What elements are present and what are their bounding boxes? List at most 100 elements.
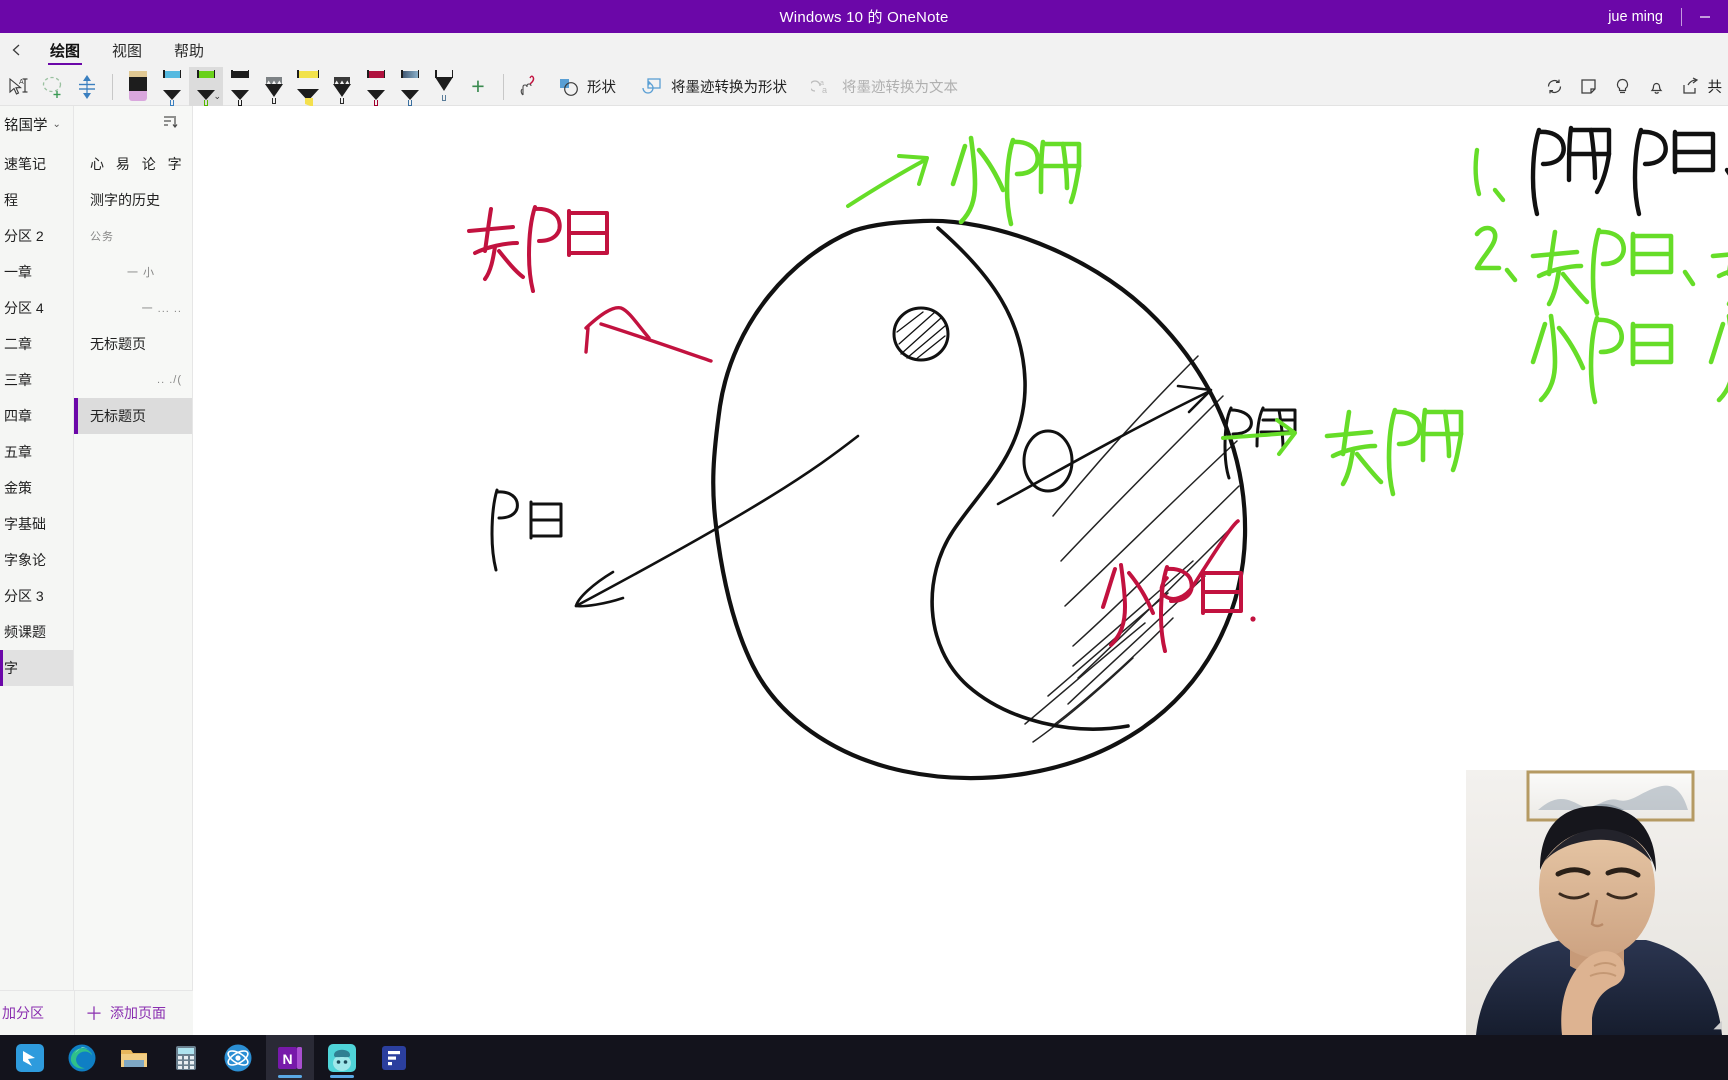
file-explorer-icon: [121, 1049, 147, 1067]
webcam-overlay[interactable]: ◢: [1466, 770, 1728, 1035]
section-item-4[interactable]: 分区 4: [0, 290, 73, 326]
taskbar-atom-app[interactable]: [214, 1035, 262, 1080]
sidebar-add-bar: 加分区 ＋ 添加页面: [0, 990, 193, 1036]
pen-glyph: ⌄: [193, 70, 221, 106]
taskbar-calculator[interactable]: [162, 1035, 210, 1080]
section-item-9[interactable]: 金策: [0, 470, 73, 506]
pencil-dark[interactable]: [325, 67, 359, 106]
page-item-0[interactable]: 心 易 论 字: [74, 146, 192, 182]
page-list: 心 易 论 字 测字的历史 公务 一 小 一 ... .. 无标题页 .. ./…: [74, 142, 192, 434]
sticky-note-icon[interactable]: [1572, 67, 1606, 106]
section-item-12[interactable]: 分区 3: [0, 578, 73, 614]
pen-glyph: [363, 70, 389, 106]
ink-to-shape-icon: [642, 77, 661, 94]
ribbon-tools: A ⌄ + 形状 将墨迹转换为形状 a a 将墨迹转换为文本: [0, 67, 1728, 107]
pen-plain[interactable]: [427, 67, 461, 106]
resize-handle[interactable]: ◢: [1714, 1018, 1722, 1031]
ink-label-shaoyang-green: [950, 135, 1082, 227]
highlighter-yellow[interactable]: [291, 67, 325, 107]
tab-view[interactable]: 视图: [96, 33, 158, 67]
taskbar-anime-app[interactable]: [318, 1035, 366, 1080]
back-arrow-icon[interactable]: [0, 33, 34, 67]
page-item-1[interactable]: 测字的历史: [74, 182, 192, 218]
pen-glyph: [431, 70, 457, 103]
taskbar-figma-app[interactable]: [370, 1035, 418, 1080]
tab-help[interactable]: 帮助: [158, 33, 220, 67]
stroke-thickness-tool[interactable]: [70, 67, 104, 106]
section-item-6[interactable]: 三章: [0, 362, 73, 398]
section-list: 速笔记 程 分区 2 一章 分区 4 二章 三章 四章 五章 金策 字基础 字象…: [0, 142, 73, 686]
page-item-6[interactable]: .. ./(: [74, 362, 192, 398]
section-item-3[interactable]: 一章: [0, 254, 73, 290]
ink-label-laoyang-red: [467, 205, 609, 293]
section-item-7[interactable]: 四章: [0, 398, 73, 434]
title-bar: Windows 10 的 OneNote jue ming: [0, 0, 1728, 33]
anime-app-icon: [328, 1043, 356, 1072]
share-label[interactable]: 共: [1708, 76, 1727, 97]
pen-black[interactable]: [223, 67, 257, 106]
ink-note-1-text: [1530, 125, 1728, 217]
lasso-select-tool[interactable]: [36, 67, 70, 106]
section-item-5[interactable]: 二章: [0, 326, 73, 362]
add-pen-button[interactable]: +: [461, 67, 495, 106]
sync-icon[interactable]: [1538, 67, 1572, 106]
add-section-button[interactable]: 加分区: [0, 991, 74, 1036]
title-bar-right: jue ming: [1590, 0, 1728, 33]
section-item-0[interactable]: 速笔记: [0, 146, 73, 182]
bell-icon[interactable]: [1640, 67, 1674, 106]
page-item-4[interactable]: 一 ... ..: [74, 290, 192, 326]
pen-green-selected[interactable]: ⌄: [189, 67, 223, 106]
page-item-2[interactable]: 公务: [74, 218, 192, 254]
pen-eraser[interactable]: [121, 67, 155, 106]
account-name[interactable]: jue ming: [1590, 9, 1681, 25]
chevron-down-icon[interactable]: ⌄: [213, 91, 221, 102]
taskbar-edge[interactable]: [58, 1035, 106, 1080]
sort-icon[interactable]: [161, 113, 178, 135]
minimize-icon: [1700, 15, 1710, 18]
notebook-selector[interactable]: 铭国学 ⌄: [0, 106, 73, 142]
tab-draw[interactable]: 绘图: [34, 33, 96, 67]
page-item-3[interactable]: 一 小: [74, 254, 192, 290]
ink-arrow-red-left: [584, 306, 651, 340]
section-item-14-active[interactable]: 字: [0, 650, 73, 686]
ribbon-tab-strip: 绘图 视图 帮助: [0, 33, 220, 67]
ink-to-shape-button[interactable]: 将墨迹转换为形状: [628, 67, 799, 106]
add-page-button[interactable]: ＋ 添加页面: [74, 990, 193, 1036]
pen-glyph: [295, 70, 321, 107]
ink-arrow-green-right-head: [1275, 418, 1297, 456]
pen-crimson[interactable]: [359, 67, 393, 106]
pencil-grey[interactable]: [257, 67, 291, 106]
ink-note-1-index: [1473, 147, 1506, 203]
section-item-8[interactable]: 五章: [0, 434, 73, 470]
section-sidebar: 铭国学 ⌄ 速笔记 程 分区 2 一章 分区 4 二章 三章 四章 五章 金策 …: [0, 106, 74, 1035]
taskbar-onenote[interactable]: N: [266, 1035, 314, 1080]
page-item-5[interactable]: 无标题页: [74, 326, 192, 362]
pen-blue[interactable]: [155, 67, 189, 106]
atom-app-icon: [224, 1044, 252, 1071]
shape-button[interactable]: 形状: [546, 67, 628, 106]
onenote-window: Windows 10 的 OneNote jue ming 绘图 视图 帮助 A…: [0, 0, 1728, 1080]
page-sidebar: 心 易 论 字 测字的历史 公务 一 小 一 ... .. 无标题页 .. ./…: [74, 106, 193, 1035]
shape-label: 形状: [587, 80, 616, 96]
share-icon[interactable]: [1674, 67, 1708, 106]
page-item-7-active[interactable]: 无标题页: [74, 398, 192, 434]
ink-note-3: [1530, 313, 1728, 405]
chevron-down-icon: ⌄: [52, 118, 61, 130]
minimize-button[interactable]: [1682, 0, 1728, 33]
pen-glyph: [227, 70, 253, 106]
section-item-13[interactable]: 频课题: [0, 614, 73, 650]
select-text-tool[interactable]: A: [2, 67, 36, 106]
bird-app-icon: [16, 1043, 44, 1072]
svg-text:N: N: [282, 1051, 292, 1067]
taskbar-bird-app[interactable]: [6, 1035, 54, 1080]
section-item-1[interactable]: 程: [0, 182, 73, 218]
pen-steel[interactable]: [393, 67, 427, 106]
ink-to-shape-toggle[interactable]: [512, 67, 546, 106]
ink-to-text-button[interactable]: a a 将墨迹转换为文本: [799, 67, 970, 106]
section-item-2[interactable]: 分区 2: [0, 218, 73, 254]
section-item-11[interactable]: 字象论: [0, 542, 73, 578]
lightbulb-icon[interactable]: [1606, 67, 1640, 106]
section-item-10[interactable]: 字基础: [0, 506, 73, 542]
taskbar-explorer[interactable]: [110, 1035, 158, 1080]
hand-draw-icon: [520, 75, 535, 95]
